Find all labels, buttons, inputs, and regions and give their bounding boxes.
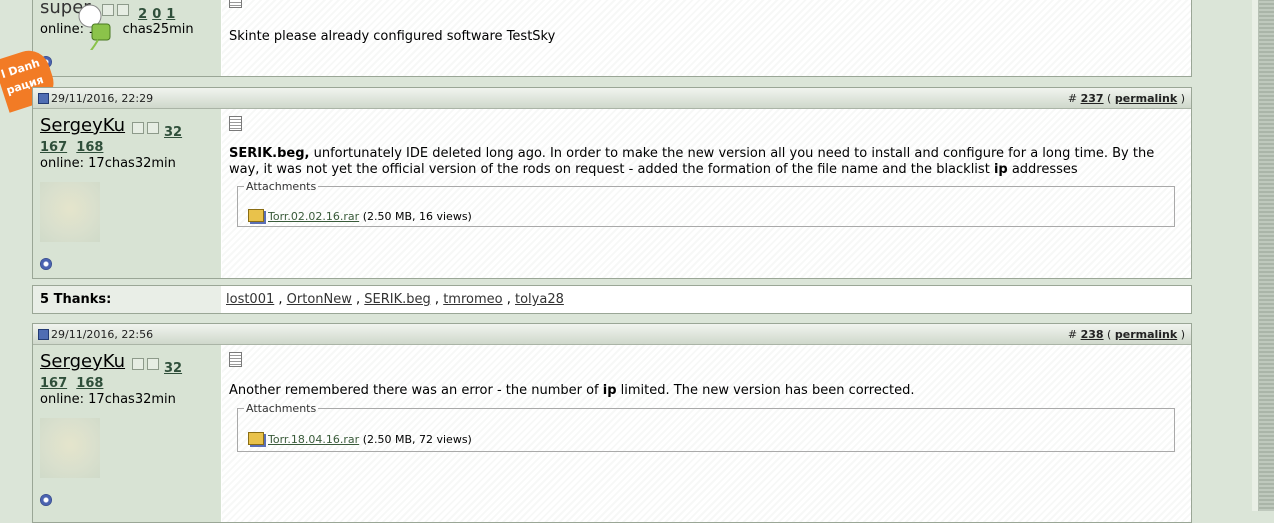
message-text: Skinte please already configured softwar… bbox=[229, 29, 556, 44]
rep-number[interactable]: 168 bbox=[76, 140, 103, 155]
reputation-row-2: 167 168 bbox=[40, 140, 103, 155]
calendar-icon bbox=[38, 93, 49, 104]
message-column: Another remembered there was an error - … bbox=[222, 345, 1191, 522]
attachment-info: (2.50 MB, 16 views) bbox=[362, 210, 472, 223]
rep-icon bbox=[132, 122, 144, 134]
attachment-info: (2.50 MB, 72 views) bbox=[362, 433, 472, 446]
online-indicator-icon bbox=[40, 258, 52, 270]
thanks-user-link[interactable]: SERIK.beg bbox=[364, 292, 431, 307]
post-237: 29/11/2016, 22:29 # 237 ( permalink ) Se… bbox=[32, 87, 1192, 279]
reputation-row: 32 bbox=[129, 122, 182, 140]
avatar[interactable] bbox=[40, 182, 100, 242]
post-meta: # 237 ( permalink ) bbox=[1067, 92, 1185, 105]
reputation-row-2: 167 168 bbox=[40, 376, 103, 391]
attachments-box: Attachments Torr.18.04.16.rar (2.50 MB, … bbox=[237, 402, 1175, 452]
attachment-link[interactable]: Torr.02.02.16.rar bbox=[268, 210, 359, 223]
rep-number[interactable]: 1 bbox=[166, 7, 175, 22]
post-top-partial: super 201 online: 1 chas25min Skinte plea… bbox=[32, 0, 1192, 77]
attachments-label: Attachments bbox=[246, 180, 317, 193]
archive-file-icon bbox=[248, 209, 264, 222]
rep-icon bbox=[147, 358, 159, 370]
post-icon bbox=[229, 116, 242, 131]
username[interactable]: SergeyKu bbox=[40, 115, 125, 136]
user-column: SergeyKu 32 167 168 online: 17chas32min bbox=[33, 109, 221, 278]
avatar[interactable] bbox=[40, 418, 100, 478]
thanks-user-link[interactable]: OrtonNew bbox=[287, 292, 352, 307]
attachments-label: Attachments bbox=[246, 402, 317, 415]
rep-number[interactable]: 32 bbox=[164, 125, 182, 140]
message-text: SERIK.beg, unfortunately IDE deleted lon… bbox=[229, 146, 1155, 177]
rep-number[interactable]: 167 bbox=[40, 376, 67, 391]
post-date: 29/11/2016, 22:56 bbox=[51, 328, 154, 341]
message-text: Another remembered there was an error - … bbox=[229, 383, 915, 398]
post-icon bbox=[229, 0, 242, 8]
attachment-link[interactable]: Torr.18.04.16.rar bbox=[268, 433, 359, 446]
thanks-bar: 5 Thanks: lost001 , OrtonNew , SERIK.beg… bbox=[32, 285, 1192, 314]
rep-icon bbox=[117, 4, 129, 16]
thanks-label: 5 Thanks: bbox=[33, 286, 221, 313]
message-column: SERIK.beg, unfortunately IDE deleted lon… bbox=[222, 109, 1191, 278]
rep-number[interactable]: 167 bbox=[40, 140, 67, 155]
thanks-user-link[interactable]: tolya28 bbox=[515, 292, 564, 307]
permalink-link[interactable]: permalink bbox=[1115, 328, 1177, 341]
thanks-names: lost001 , OrtonNew , SERIK.beg , tmromeo… bbox=[226, 292, 564, 307]
calendar-icon bbox=[38, 329, 49, 340]
rep-icon bbox=[147, 122, 159, 134]
online-status: online: 17chas32min bbox=[40, 156, 176, 171]
mascot-icon bbox=[78, 4, 111, 50]
attachment-item: Torr.18.04.16.rar (2.50 MB, 72 views) bbox=[248, 432, 472, 446]
username[interactable]: SergeyKu bbox=[40, 351, 125, 372]
rep-number[interactable]: 168 bbox=[76, 376, 103, 391]
attachment-item: Torr.02.02.16.rar (2.50 MB, 16 views) bbox=[248, 209, 472, 223]
post-meta: # 238 ( permalink ) bbox=[1067, 328, 1185, 341]
post-date: 29/11/2016, 22:29 bbox=[51, 92, 154, 105]
permalink-link[interactable]: permalink bbox=[1115, 92, 1177, 105]
archive-file-icon bbox=[248, 432, 264, 445]
post-header: 29/11/2016, 22:29 # 237 ( permalink ) bbox=[33, 88, 1191, 109]
page-scroll-strip bbox=[1252, 0, 1274, 511]
attachments-box: Attachments Torr.02.02.16.rar (2.50 MB, … bbox=[237, 180, 1175, 227]
user-column: super 201 online: 1 chas25min bbox=[33, 0, 221, 76]
thanks-user-link[interactable]: lost001 bbox=[226, 292, 274, 307]
online-indicator-icon bbox=[40, 494, 52, 506]
post-number-link[interactable]: 238 bbox=[1081, 328, 1104, 341]
thanks-user-link[interactable]: tmromeo bbox=[443, 292, 502, 307]
post-238: 29/11/2016, 22:56 # 238 ( permalink ) Se… bbox=[32, 323, 1192, 523]
user-column: SergeyKu 32 167 168 online: 17chas32min bbox=[33, 345, 221, 522]
rep-number[interactable]: 32 bbox=[164, 361, 182, 376]
post-header: 29/11/2016, 22:56 # 238 ( permalink ) bbox=[33, 324, 1191, 345]
post-number-link[interactable]: 237 bbox=[1081, 92, 1104, 105]
post-icon bbox=[229, 352, 242, 367]
rep-number[interactable]: 0 bbox=[152, 7, 161, 22]
message-column: Skinte please already configured softwar… bbox=[222, 0, 1191, 76]
online-status: online: 17chas32min bbox=[40, 392, 176, 407]
rep-number[interactable]: 2 bbox=[138, 7, 147, 22]
rep-icon bbox=[132, 358, 144, 370]
reputation-row: 32 bbox=[129, 358, 182, 376]
